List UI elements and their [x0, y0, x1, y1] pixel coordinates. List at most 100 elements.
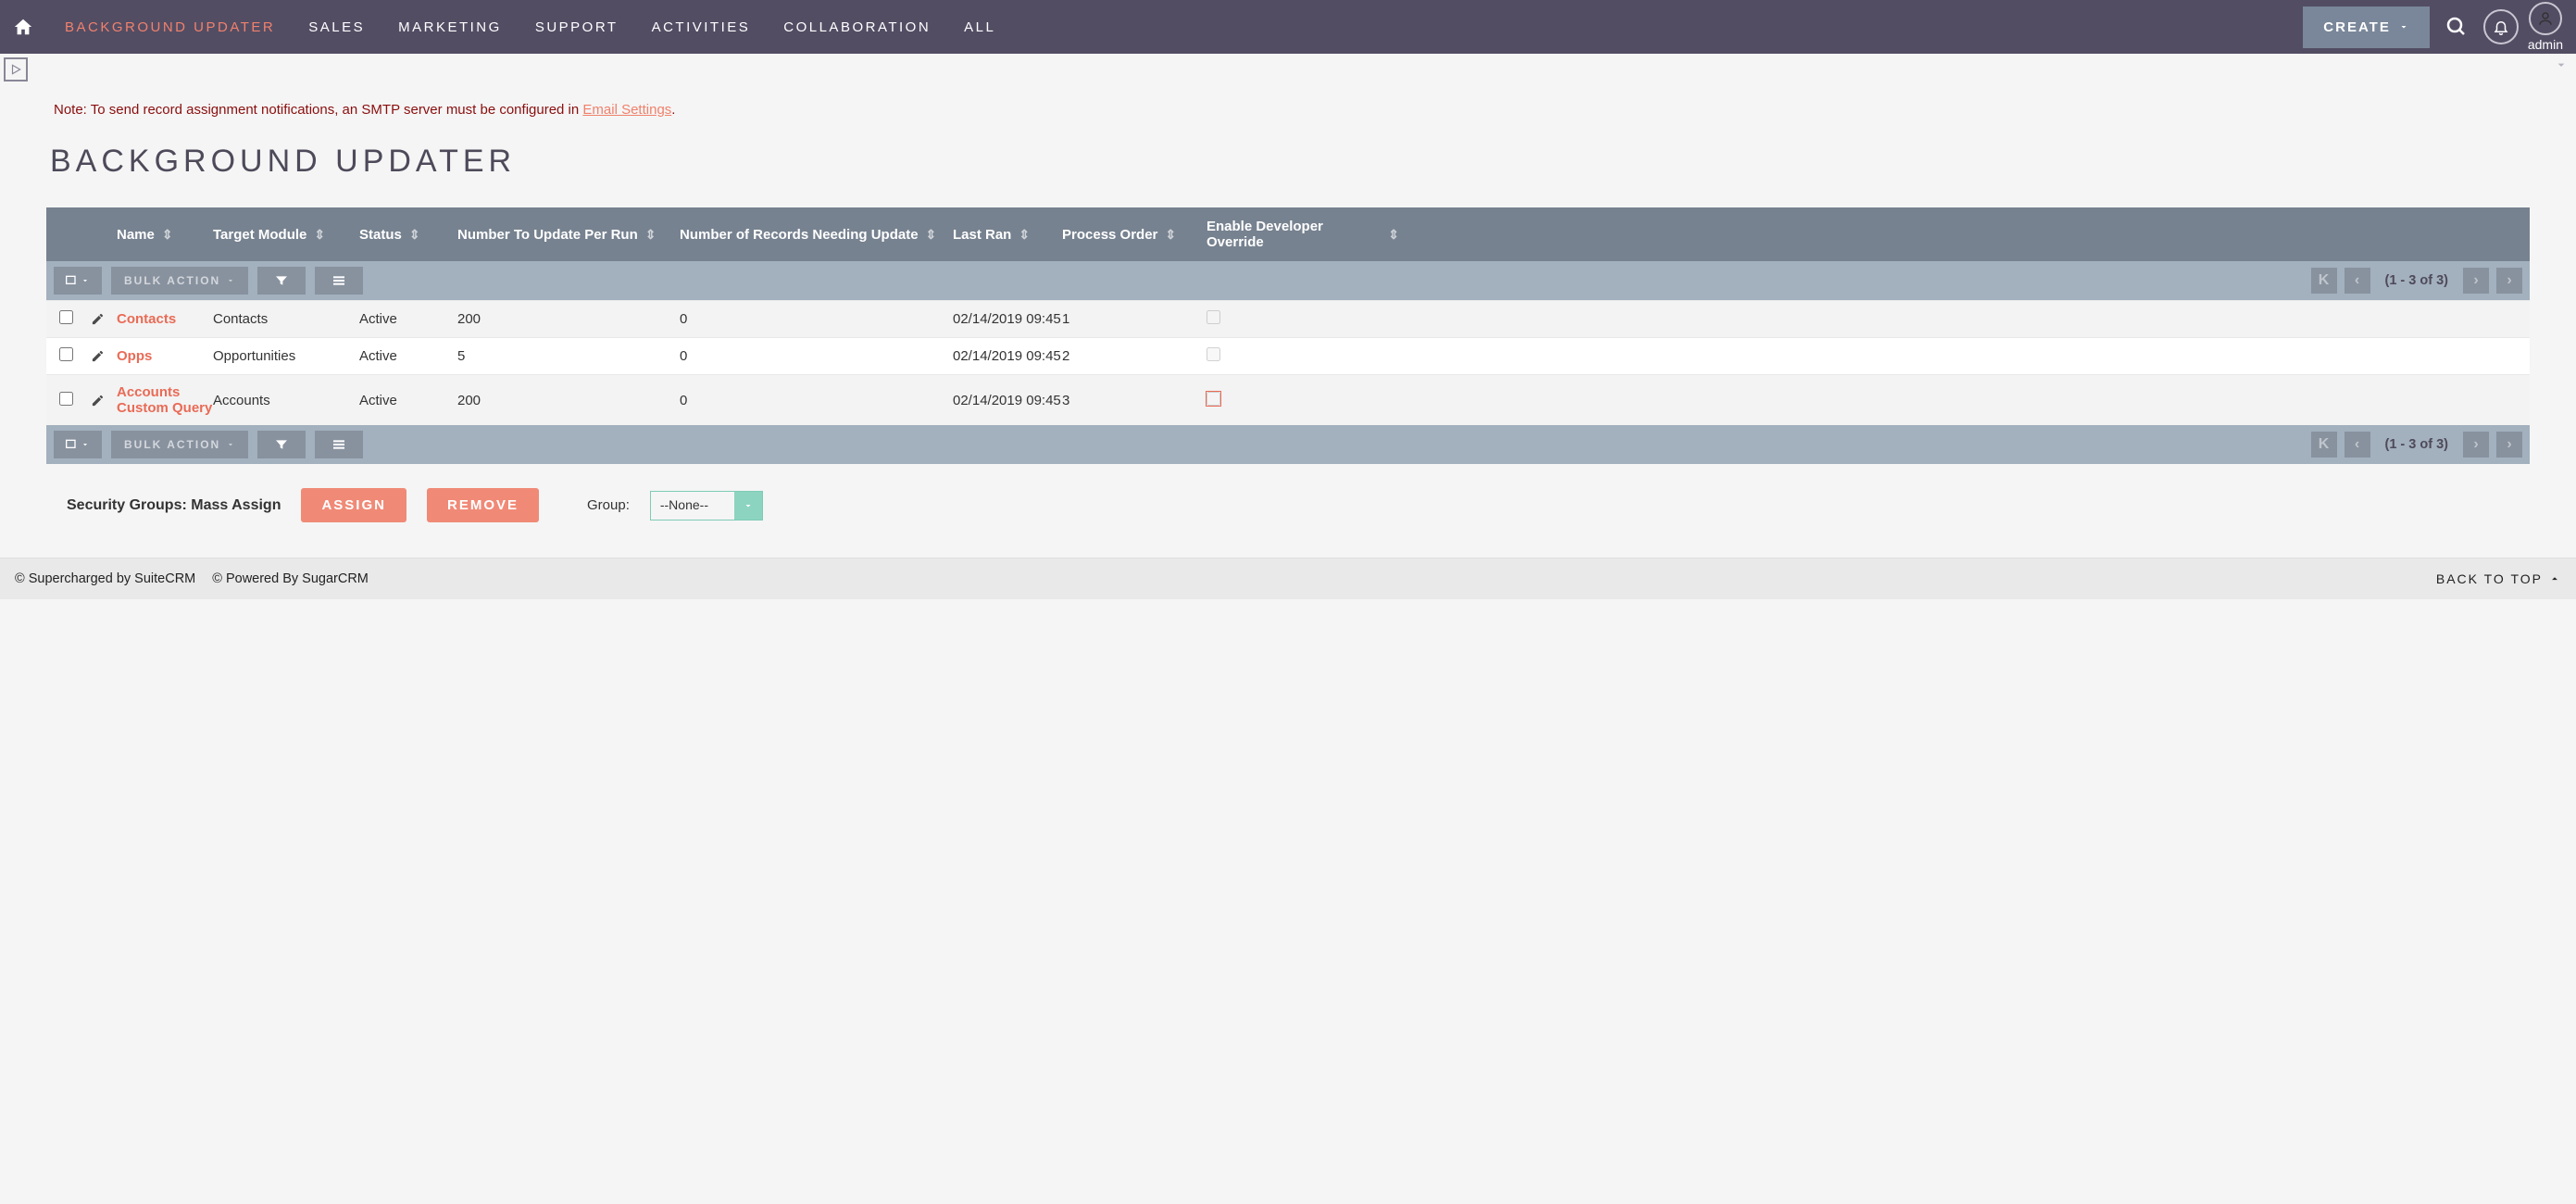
row-last-ran: 02/14/2019 09:45 — [953, 393, 1062, 408]
row-num-update: 5 — [457, 348, 680, 364]
row-checkbox[interactable] — [59, 347, 73, 361]
play-icon[interactable] — [4, 57, 28, 82]
row-target: Opportunities — [213, 348, 359, 364]
sort-icon[interactable]: ⇕ — [926, 227, 937, 243]
page-prev-button[interactable]: ‹ — [2345, 268, 2370, 294]
expand-caret-icon[interactable] — [2554, 57, 2569, 72]
sort-icon[interactable]: ⇕ — [314, 227, 325, 243]
assign-button[interactable]: ASSIGN — [301, 488, 406, 522]
nav-collaboration[interactable]: COLLABORATION — [767, 19, 947, 35]
row-status: Active — [359, 311, 457, 327]
edit-icon[interactable] — [91, 349, 117, 363]
select-all-toggle[interactable] — [54, 431, 102, 458]
columns-icon[interactable] — [315, 431, 363, 458]
page-title: BACKGROUND UPDATER — [46, 144, 2530, 180]
user-icon — [2529, 2, 2562, 35]
mass-assign-label: Security Groups: Mass Assign — [67, 497, 281, 514]
row-checkbox[interactable] — [59, 392, 73, 406]
footer: © Supercharged by SuiteCRM © Powered By … — [0, 558, 2576, 599]
page-prev-button[interactable]: ‹ — [2345, 432, 2370, 458]
page-first-button[interactable]: K — [2311, 432, 2337, 458]
row-order: 3 — [1062, 393, 1207, 408]
edit-icon[interactable] — [91, 312, 117, 326]
row-last-ran: 02/14/2019 09:45 — [953, 311, 1062, 327]
nav-activities[interactable]: ACTIVITIES — [635, 19, 768, 35]
group-label: Group: — [587, 497, 630, 513]
row-dev-override — [1207, 347, 1220, 361]
sort-icon[interactable]: ⇕ — [1388, 227, 1399, 243]
page-last-button[interactable]: › — [2496, 432, 2522, 458]
group-select-value: --None-- — [651, 492, 734, 520]
row-name-link[interactable]: Contacts — [117, 311, 176, 327]
table-body: Contacts Contacts Active 200 0 02/14/201… — [46, 300, 2530, 425]
sub-toolbar — [0, 54, 2576, 82]
nav-marketing[interactable]: MARKETING — [381, 19, 519, 35]
select-all-toggle[interactable] — [54, 267, 102, 295]
create-button[interactable]: CREATE — [2303, 6, 2430, 48]
filter-icon[interactable] — [257, 267, 306, 295]
email-settings-link[interactable]: Email Settings — [582, 102, 671, 118]
col-target: Target Module — [213, 227, 306, 243]
row-need: 0 — [680, 311, 953, 327]
create-label: CREATE — [2323, 19, 2391, 35]
nav-all[interactable]: ALL — [947, 19, 1012, 35]
sort-icon[interactable]: ⇕ — [1165, 227, 1176, 243]
col-dev-override: Enable Developer Override — [1207, 219, 1381, 250]
page-last-button[interactable]: › — [2496, 268, 2522, 294]
sort-icon[interactable]: ⇕ — [1019, 227, 1030, 243]
col-num-update: Number To Update Per Run — [457, 227, 638, 243]
row-order: 2 — [1062, 348, 1207, 364]
home-icon[interactable] — [13, 17, 33, 37]
row-name-link[interactable]: Accounts Custom Query — [117, 384, 212, 416]
filter-icon[interactable] — [257, 431, 306, 458]
sort-icon[interactable]: ⇕ — [409, 227, 420, 243]
mass-assign-area: Security Groups: Mass Assign ASSIGN REMO… — [46, 464, 2530, 532]
page-next-button[interactable]: › — [2463, 432, 2489, 458]
nav-background-updater[interactable]: BACKGROUND UPDATER — [48, 19, 292, 35]
notifications-icon[interactable] — [2483, 9, 2519, 44]
footer-sugarcrm: © Powered By SugarCRM — [212, 571, 369, 586]
columns-icon[interactable] — [315, 267, 363, 295]
row-num-update: 200 — [457, 393, 680, 408]
topnav-right: CREATE admin — [2303, 2, 2563, 52]
table-row: Accounts Custom Query Accounts Active 20… — [46, 374, 2530, 425]
sort-icon[interactable]: ⇕ — [162, 227, 173, 243]
table-row: Opps Opportunities Active 5 0 02/14/2019… — [46, 337, 2530, 374]
caret-down-icon — [2398, 21, 2409, 32]
content: Note: To send record assignment notifica… — [0, 82, 2576, 558]
nav-sales[interactable]: SALES — [292, 19, 381, 35]
row-num-update: 200 — [457, 311, 680, 327]
table-row: Contacts Contacts Active 200 0 02/14/201… — [46, 300, 2530, 337]
group-select[interactable]: --None-- — [650, 491, 763, 520]
search-icon[interactable] — [2439, 9, 2474, 44]
row-need: 0 — [680, 393, 953, 408]
row-checkbox[interactable] — [59, 310, 73, 324]
row-need: 0 — [680, 348, 953, 364]
row-target: Contacts — [213, 311, 359, 327]
table-toolbar-bottom: BULK ACTION K ‹ (1 - 3 of 3) › › — [46, 425, 2530, 464]
page-next-button[interactable]: › — [2463, 268, 2489, 294]
page-first-button[interactable]: K — [2311, 268, 2337, 294]
bulk-action-button[interactable]: BULK ACTION — [111, 267, 248, 295]
bulk-action-button[interactable]: BULK ACTION — [111, 431, 248, 458]
user-label: admin — [2528, 37, 2563, 52]
row-dev-override — [1207, 310, 1220, 324]
note-text: Note: To send record assignment notifica… — [54, 102, 582, 118]
sort-icon[interactable]: ⇕ — [645, 227, 657, 243]
row-last-ran: 02/14/2019 09:45 — [953, 348, 1062, 364]
row-status: Active — [359, 393, 457, 408]
note-suffix: . — [671, 102, 675, 118]
remove-button[interactable]: REMOVE — [427, 488, 539, 522]
back-to-top-button[interactable]: BACK TO TOP — [2436, 571, 2561, 586]
col-status: Status — [359, 227, 402, 243]
nav-support[interactable]: SUPPORT — [519, 19, 635, 35]
row-target: Accounts — [213, 393, 359, 408]
col-name: Name — [117, 227, 155, 243]
footer-suitecrm: © Supercharged by SuiteCRM — [15, 571, 195, 586]
row-name-link[interactable]: Opps — [117, 348, 152, 364]
row-dev-override — [1207, 392, 1220, 406]
caret-down-icon — [734, 492, 762, 520]
smtp-note: Note: To send record assignment notifica… — [54, 102, 2530, 118]
user-menu[interactable]: admin — [2528, 2, 2563, 52]
edit-icon[interactable] — [91, 394, 117, 408]
